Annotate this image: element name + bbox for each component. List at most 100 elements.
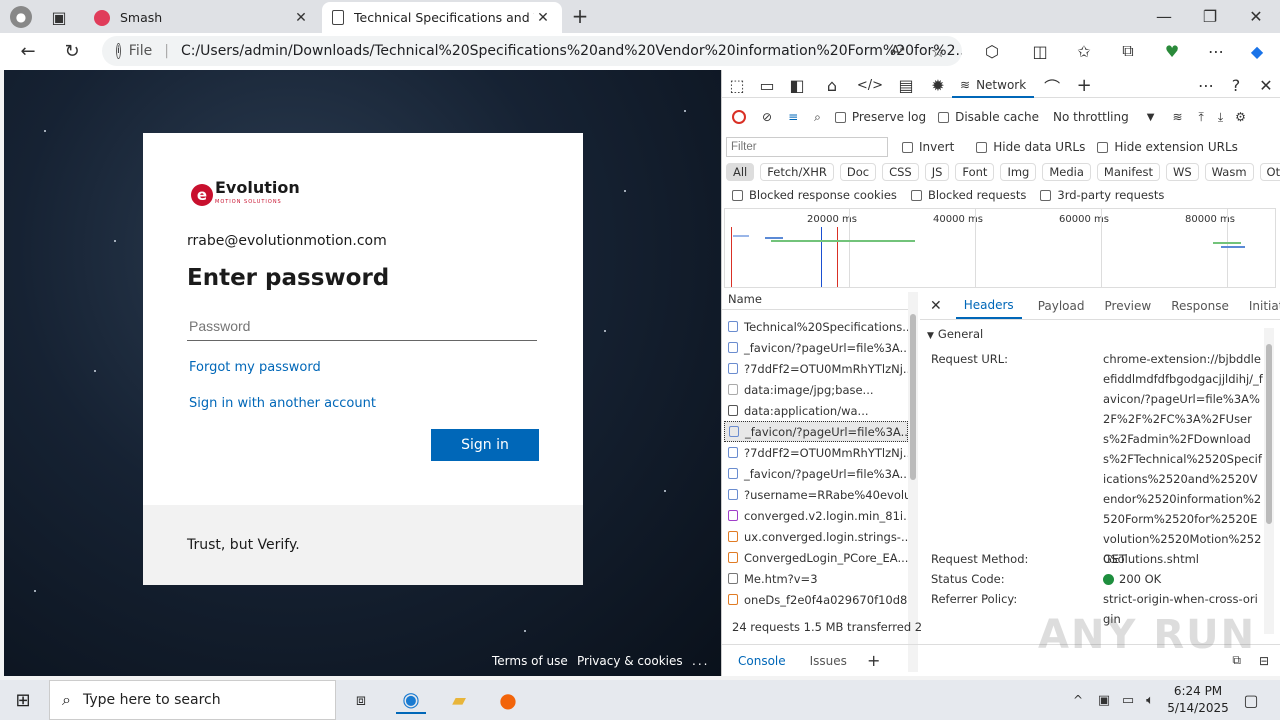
restore-icon[interactable]: ❐ [1198, 5, 1222, 27]
request-row[interactable]: ux.converged.login.strings-... [724, 526, 908, 547]
preserve-log-checkbox[interactable] [834, 111, 846, 123]
close-window-icon[interactable]: ✕ [1244, 5, 1268, 27]
device-emulation-icon[interactable]: ▭ [752, 76, 782, 95]
request-row[interactable]: Technical%20Specifications... [724, 316, 908, 337]
tab-payload[interactable]: Payload [1028, 299, 1095, 313]
export-har-icon[interactable]: ⤓ [1218, 110, 1223, 125]
taskbar-search[interactable]: ⌕ Type here to search [49, 680, 336, 720]
refresh-icon[interactable]: ↻ [60, 39, 84, 63]
collections-icon[interactable]: ⧉ [1116, 39, 1140, 63]
name-column-header[interactable]: Name [722, 292, 908, 310]
clock-time[interactable]: 6:24 PM [1168, 684, 1228, 698]
throttling-select[interactable]: No throttling [1053, 110, 1129, 124]
filter-chip[interactable]: Fetch/XHR [760, 163, 834, 181]
disable-cache-checkbox[interactable] [938, 111, 950, 123]
request-row[interactable]: data:application/wa... [724, 400, 908, 421]
browser-essentials-icon[interactable]: ♥ [1160, 39, 1184, 63]
tab-response[interactable]: Response [1161, 299, 1239, 313]
terms-link[interactable]: Terms of use [492, 654, 568, 668]
dock-icon[interactable]: ◧ [782, 76, 812, 95]
request-row[interactable]: Me.htm?v=3 [724, 568, 908, 589]
more-tools-icon[interactable]: + [1070, 75, 1098, 96]
filter-chip[interactable]: Font [955, 163, 995, 181]
request-row[interactable]: oneDs_f2e0f4a029670f10d89... [724, 589, 908, 610]
back-icon[interactable]: ← [16, 39, 40, 63]
more-options-icon[interactable]: ... [692, 654, 709, 668]
inspect-element-icon[interactable]: ⬚ [722, 76, 752, 95]
request-row[interactable]: ConvergedLogin_PCore_EA... [724, 547, 908, 568]
performance-icon[interactable]: ⌒ [1034, 74, 1070, 98]
record-icon[interactable] [732, 110, 746, 124]
close-drawer-icon[interactable]: ⊟ [1259, 654, 1269, 668]
volume-icon[interactable]: 🔈︎ [1140, 688, 1160, 712]
request-row[interactable]: ?7ddFf2=OTU0MmRhYTlzNj... [724, 358, 908, 379]
close-devtools-icon[interactable]: ✕ [1251, 76, 1280, 95]
task-view-icon[interactable]: ⧈ [348, 688, 374, 712]
filter-chip[interactable]: All [726, 163, 755, 181]
request-row[interactable]: ?username=RRabe%40evolu... [724, 484, 908, 505]
tab-initiator[interactable]: Initiator [1239, 299, 1280, 313]
new-tab-icon[interactable]: + [568, 4, 592, 28]
dropdown-arrow-icon[interactable]: ▼ [1147, 112, 1155, 123]
tab-preview[interactable]: Preview [1095, 299, 1162, 313]
blocked-requests-checkbox[interactable] [910, 189, 922, 201]
file-explorer-icon[interactable]: ▰ [446, 686, 472, 714]
another-account-link[interactable]: Sign in with another account [189, 396, 376, 411]
timeline-overview[interactable]: 20000 ms 40000 ms 60000 ms 80000 ms [724, 208, 1276, 288]
more-menu-icon[interactable]: ⋯ [1204, 39, 1228, 63]
tab-issues[interactable]: Issues [802, 654, 855, 668]
close-details-icon[interactable]: ✕ [930, 298, 942, 314]
read-aloud-icon[interactable]: Aᵃ [886, 39, 910, 63]
help-icon[interactable]: ? [1221, 76, 1251, 95]
customize-menu-icon[interactable]: ⋯ [1191, 76, 1221, 95]
filter-chip[interactable]: CSS [882, 163, 919, 181]
info-icon[interactable]: i [116, 43, 121, 59]
request-row[interactable]: _favicon/?pageUrl=file%3A... [724, 337, 908, 358]
tab-network[interactable]: ≋ Network [952, 74, 1035, 98]
filter-chip[interactable]: Wasm [1204, 163, 1254, 181]
filter-chip[interactable]: WS [1165, 163, 1199, 181]
request-row[interactable]: _favicon/?pageUrl=file%3A... [724, 421, 908, 442]
connection-tray-icon[interactable]: ▭ [1118, 688, 1138, 712]
filter-chip[interactable]: Img [1000, 163, 1037, 181]
filter-input[interactable] [726, 137, 888, 157]
close-tab-icon[interactable]: ✕ [292, 10, 310, 26]
tab-actions-icon[interactable]: ▣ [48, 6, 70, 28]
console-icon[interactable]: ▤ [888, 76, 924, 95]
filter-icon[interactable]: ≡ [788, 110, 798, 124]
clock-date[interactable]: 5/14/2025 [1162, 701, 1234, 715]
sign-in-button[interactable]: Sign in [431, 429, 539, 461]
forgot-password-link[interactable]: Forgot my password [189, 360, 321, 375]
network-tray-icon[interactable]: ▣ [1094, 688, 1114, 712]
windows-start-icon[interactable]: ⊞ [10, 688, 36, 712]
filter-chip[interactable]: Manifest [1096, 163, 1160, 181]
search-icon[interactable]: ⌕ [814, 110, 821, 125]
edge-taskbar-icon[interactable]: ◉ [396, 686, 426, 714]
details-scrollbar[interactable] [1264, 328, 1274, 634]
profile-icon[interactable]: ● [10, 6, 32, 28]
third-party-checkbox[interactable] [1040, 189, 1052, 201]
request-list-scrollbar[interactable] [908, 292, 918, 672]
firefox-icon[interactable]: ● [494, 686, 522, 714]
add-drawer-tab-icon[interactable]: + [855, 651, 892, 670]
tab-headers[interactable]: Headers [955, 292, 1022, 319]
settings-gear-icon[interactable]: ⚙ [1235, 110, 1246, 124]
welcome-home-icon[interactable]: ⌂ [812, 76, 852, 95]
sources-icon[interactable]: ✹ [924, 76, 952, 95]
notifications-icon[interactable]: ▢ [1238, 688, 1264, 712]
split-screen-icon[interactable]: ◫ [1028, 39, 1052, 63]
request-row[interactable]: data:image/jpg;base... [724, 379, 908, 400]
request-row[interactable]: converged.v2.login.min_81i... [724, 505, 908, 526]
address-field[interactable]: i File | C:/Users/admin/Downloads/Techni… [102, 36, 962, 66]
filter-chip[interactable]: Doc [839, 163, 877, 181]
tab-technical-specifications[interactable]: Technical Specifications and Vend ✕ [322, 2, 562, 33]
filter-chip[interactable]: Media [1042, 163, 1091, 181]
network-conditions-icon[interactable]: ≋ [1172, 110, 1182, 124]
hide-data-urls-checkbox[interactable] [976, 141, 988, 153]
copilot-icon[interactable]: ◆ [1244, 39, 1270, 63]
minimize-icon[interactable]: — [1152, 5, 1176, 27]
hide-extension-urls-checkbox[interactable] [1097, 141, 1109, 153]
invert-checkbox[interactable] [902, 141, 913, 153]
request-row[interactable]: _favicon/?pageUrl=file%3A... [724, 463, 908, 484]
general-section-header[interactable]: ▼ General [927, 327, 983, 341]
